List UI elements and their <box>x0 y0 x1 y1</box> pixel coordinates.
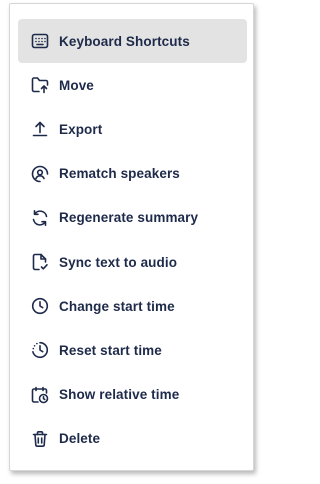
menu-item-sync-text-to-audio[interactable]: Sync text to audio <box>18 240 247 284</box>
menu-item-label: Sync text to audio <box>59 254 178 270</box>
menu-item-move[interactable]: Move <box>18 63 247 107</box>
menu-item-label: Change start time <box>59 298 175 314</box>
menu-item-label: Move <box>59 77 94 93</box>
clock-reset-icon <box>31 341 49 359</box>
keyboard-icon <box>31 32 49 50</box>
menu-item-reset-start-time[interactable]: Reset start time <box>18 328 247 372</box>
menu-item-label: Reset start time <box>59 342 162 358</box>
clock-icon <box>31 297 49 315</box>
calendar-clock-icon <box>31 386 49 404</box>
menu-item-export[interactable]: Export <box>18 107 247 151</box>
menu-item-label: Show relative time <box>59 387 180 403</box>
refresh-icon <box>31 209 49 227</box>
export-icon <box>31 120 49 138</box>
speaker-icon <box>31 165 49 183</box>
menu-item-keyboard-shortcuts[interactable]: Keyboard Shortcuts <box>18 19 247 64</box>
menu-item-rematch-speakers[interactable]: Rematch speakers <box>18 152 247 196</box>
menu-item-label: Export <box>59 121 103 137</box>
menu-list: Keyboard Shortcuts Move Export Rematch s… <box>18 19 247 461</box>
menu-item-label: Rematch speakers <box>59 166 180 182</box>
file-sync-icon <box>31 253 49 271</box>
menu-item-regenerate-summary[interactable]: Regenerate summary <box>18 196 247 240</box>
trash-icon <box>31 430 49 448</box>
folder-move-icon <box>31 76 49 94</box>
menu-item-label: Keyboard Shortcuts <box>59 33 190 49</box>
menu-item-delete[interactable]: Delete <box>18 417 247 461</box>
menu-item-change-start-time[interactable]: Change start time <box>18 284 247 328</box>
menu-item-label: Delete <box>59 431 101 447</box>
context-menu: Keyboard Shortcuts Move Export Rematch s… <box>9 3 254 471</box>
menu-item-show-relative-time[interactable]: Show relative time <box>18 373 247 417</box>
menu-item-label: Regenerate summary <box>59 210 199 226</box>
